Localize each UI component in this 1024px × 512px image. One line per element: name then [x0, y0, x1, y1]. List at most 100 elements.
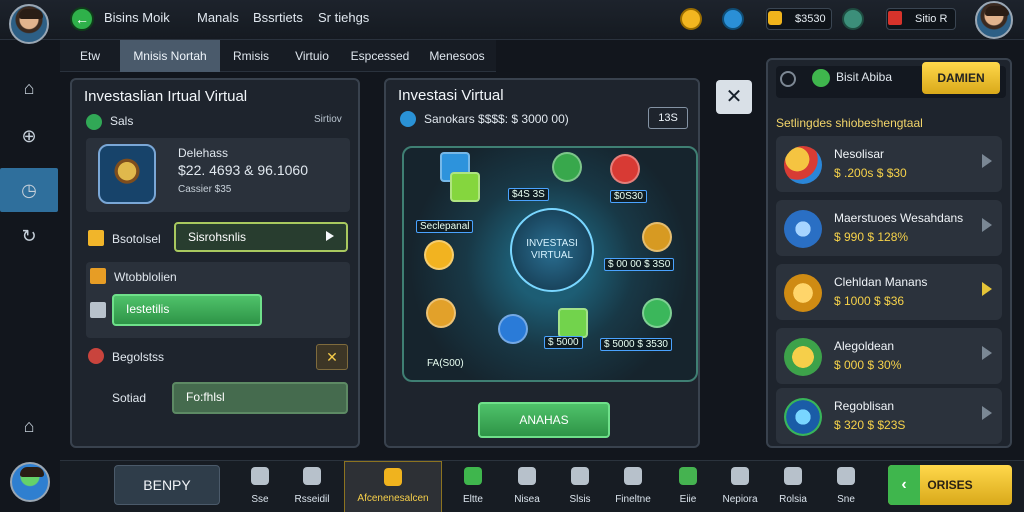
summary-card-note: Cassier $35	[178, 184, 232, 195]
primary-button[interactable]: ANAHAS	[478, 402, 610, 438]
tools-icon	[90, 302, 106, 318]
node-globe[interactable]	[498, 314, 528, 344]
bottom-item[interactable]: Nisea	[502, 461, 552, 512]
list-item-name: Nesolisar	[834, 147, 885, 161]
bottom-avatar[interactable]	[10, 462, 50, 502]
top-link-settings[interactable]: Sr tiehgs	[318, 10, 369, 25]
investment-map[interactable]: INVESTASI VIRTUAL $4S 3S $0S30 Seclepana…	[402, 146, 698, 382]
bottom-right-arrow-icon[interactable]: ‹	[888, 465, 920, 505]
play-icon	[326, 231, 334, 241]
close-toggle-icon[interactable]: ✕	[316, 344, 348, 370]
gold-coin-icon[interactable]	[680, 8, 702, 30]
profile-avatar[interactable]	[975, 1, 1013, 39]
center-panel-subtitle: Sanokars $$$$: $ 3000 00)	[424, 112, 569, 126]
right-header-label: Bisit Abiba	[836, 70, 893, 84]
primary-button-label: ANAHAS	[519, 413, 569, 427]
right-header-button[interactable]: DAMIEN	[922, 62, 1000, 94]
star-icon	[731, 467, 749, 485]
bottom-item[interactable]: Sse	[236, 461, 284, 512]
bottom-item[interactable]: Rolsia	[768, 461, 818, 512]
row2-button[interactable]: Iestetilis	[112, 294, 262, 326]
investment-hub[interactable]: INVESTASI VIRTUAL	[510, 208, 594, 292]
bottom-item[interactable]: Fineltne	[608, 461, 658, 512]
bottom-item-label: Sne	[837, 494, 855, 505]
center-panel-title: Investasi Virtual	[398, 87, 504, 104]
house-icon[interactable]: ⌂	[0, 404, 58, 448]
clock-icon[interactable]: ◷	[0, 168, 58, 212]
row4-button[interactable]: Fo:fhlsl	[172, 382, 348, 414]
chevron-right-icon	[982, 282, 992, 296]
label-left-tag: Seclepanal	[416, 220, 474, 233]
status-icon	[86, 114, 102, 130]
list-item[interactable]: Clehldan Manans $ 1000 $ $36	[776, 264, 1002, 320]
label-bottom-left: FA(S00)	[427, 358, 464, 369]
label-top-center: $4S 3S	[508, 188, 549, 201]
node-plant[interactable]	[552, 152, 582, 182]
row1-label: Bsotolsel	[112, 232, 161, 246]
bottom-item-label: Eltte	[462, 494, 483, 505]
tab-espcessed[interactable]: Espcessed	[342, 40, 418, 72]
bottom-item[interactable]: Nepiora	[714, 461, 766, 512]
close-icon[interactable]: ✕	[716, 80, 752, 114]
left-panel-subtitle-left: Sals	[110, 114, 134, 128]
bottom-item-label: Eiie	[679, 494, 697, 505]
summary-card-value: $22. 4693 & 96.1060	[178, 162, 309, 178]
row4-label: Sotiad	[112, 391, 147, 405]
value-badge-text: 13S	[658, 112, 678, 124]
bottom-item-label: Nisea	[514, 494, 540, 505]
list-item[interactable]: Alegoldean $ 000 $ 30%	[776, 328, 1002, 384]
list-item-name: Clehldan Manans	[834, 275, 928, 289]
node-leaf[interactable]	[558, 308, 588, 338]
bottom-main-button[interactable]: BENPY	[114, 465, 220, 505]
tab-rmisis[interactable]: Rmisis	[220, 40, 282, 72]
globe-icon[interactable]	[722, 8, 744, 30]
refresh-icon[interactable]: ↻	[0, 214, 58, 258]
header-icon	[780, 71, 796, 87]
bottom-item-label: Sse	[251, 494, 269, 505]
smile-coin-icon	[784, 274, 822, 312]
list-item-name: Maerstuoes Wesahdans	[834, 211, 964, 225]
top-link-business[interactable]: Bisins Moik	[104, 10, 170, 25]
bottom-item-active[interactable]: Afcenenesalcen	[344, 461, 442, 512]
list-item[interactable]: Regoblisan $ 320 $ $23S	[776, 388, 1002, 444]
node-gold[interactable]	[642, 222, 672, 252]
list-item-price: $ 1000 $ $36	[834, 294, 905, 308]
top-link-manals[interactable]: Manals	[197, 10, 239, 25]
tab-virtuio[interactable]: Virtuio	[282, 40, 342, 72]
back-icon[interactable]: ←	[70, 7, 94, 31]
tab-etw[interactable]: Etw	[60, 40, 120, 72]
shield-icon[interactable]	[842, 8, 864, 30]
list-item-name: Alegoldean	[834, 339, 895, 353]
list-item[interactable]: Nesolisar $ .200s $ $30	[776, 136, 1002, 192]
bottom-item-label: Slsis	[569, 494, 591, 505]
bottom-item[interactable]: Slsis	[556, 461, 604, 512]
node-bulb[interactable]	[426, 298, 456, 328]
list-item-name: Regoblisan	[834, 399, 895, 413]
shop-icon	[571, 467, 589, 485]
bottom-item[interactable]: Eiie	[664, 461, 712, 512]
row1-button[interactable]: Sisrohsnlis	[174, 222, 348, 252]
tab-mnisis-nortah[interactable]: Mnisis Nortah	[120, 40, 220, 72]
crown-icon	[90, 268, 106, 284]
people-icon	[784, 467, 802, 485]
node-coin[interactable]	[424, 240, 454, 270]
chest-icon	[384, 468, 402, 486]
bottom-item[interactable]: Rsseidil	[286, 461, 338, 512]
list-item[interactable]: Maerstuoes Wesahdans $ 990 $ 128%	[776, 200, 1002, 256]
home-icon[interactable]: ⌂	[0, 66, 58, 110]
node-stock[interactable]	[610, 154, 640, 184]
task-icon	[303, 467, 321, 485]
node-money[interactable]	[450, 172, 480, 202]
coin-stack-icon	[784, 338, 822, 376]
bottom-item[interactable]: Eltte	[448, 461, 498, 512]
bottom-item[interactable]: Sne	[820, 461, 872, 512]
compass-icon[interactable]: ⊕	[0, 114, 58, 158]
currency-value: $3530	[795, 13, 826, 25]
list-item-price: $ 320 $ $23S	[834, 418, 906, 432]
player-avatar[interactable]	[9, 4, 49, 44]
tab-menesoos[interactable]: Menesoos	[418, 40, 496, 72]
node-bank[interactable]	[642, 298, 672, 328]
top-link-bssrtiets[interactable]: Bssrtiets	[253, 10, 303, 25]
center-panel: Investasi Virtual Sanokars $$$$: $ 3000 …	[384, 78, 752, 448]
list-item-price: $ 990 $ 128%	[834, 230, 909, 244]
